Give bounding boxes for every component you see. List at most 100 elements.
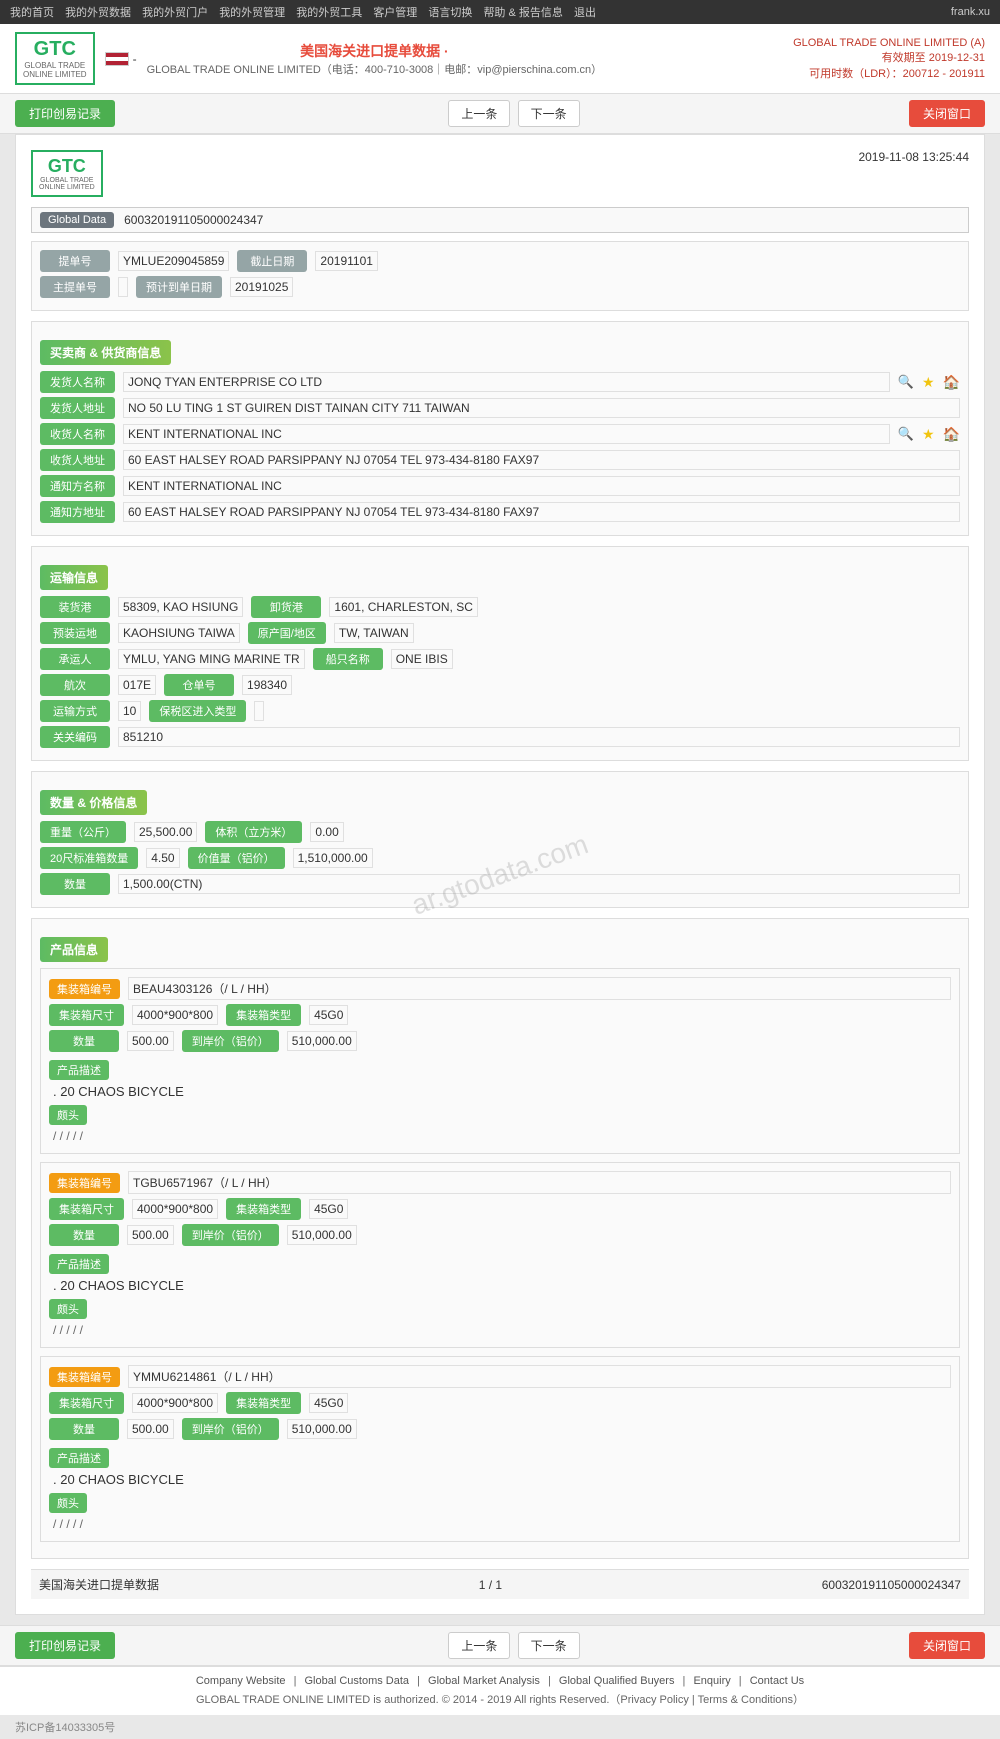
product1-container-tag: 集装箱编号 [49,979,120,999]
bottom-close-button[interactable]: 关闭窗口 [909,1632,985,1659]
product1-method-label: 颇头 [49,1105,87,1125]
consignee-search-icon[interactable]: 🔍 [898,426,914,442]
transport-row5: 运输方式 10 保税区进入类型 [40,700,960,726]
product2-method-section: 颇头 / / / / / [49,1295,951,1339]
product3-container-no-row: 集装箱编号 YMMU6214861（/ L / HH） [49,1365,951,1388]
nav-lang[interactable]: 语言切换 [428,7,472,19]
consignee-star-icon[interactable]: ★ [922,426,935,443]
est-date-row: 预计到单日期 20191025 [136,276,293,298]
next-button[interactable]: 下一条 [518,100,580,127]
nav-logout[interactable]: 退出 [574,7,596,19]
product3-type-row: 集装箱类型 45G0 [226,1392,348,1414]
dest-value: KAOHSIUNG TAIWA [118,623,240,643]
footer-copyright: GLOBAL TRADE ONLINE LIMITED is authorize… [15,1691,985,1707]
bottom-print-button[interactable]: 打印创易记录 [15,1632,115,1659]
product2-price-value: 510,000.00 [287,1225,357,1245]
transport-mode-label: 运输方式 [40,700,110,722]
close-button[interactable]: 关闭窗口 [909,100,985,127]
product3-qty-value: 500.00 [127,1419,174,1439]
nav-help[interactable]: 帮助 & 报告信息 [483,7,562,19]
product1-type-label: 集装箱类型 [226,1004,301,1026]
footer-link-market[interactable]: Global Market Analysis [428,1675,540,1687]
product3-price-value: 510,000.00 [287,1419,357,1439]
star-icon[interactable]: ★ [922,374,935,391]
nav-tools[interactable]: 我的外贸工具 [296,7,362,19]
footer-link-enquiry[interactable]: Enquiry [693,1675,730,1687]
nav-data[interactable]: 我的外贸数据 [65,7,131,19]
product1-size-value: 4000*900*800 [132,1005,218,1025]
logo-sub: GLOBAL TRADE [24,61,85,70]
footer-link-buyers[interactable]: Global Qualified Buyers [559,1675,675,1687]
product2-size-row: 集装箱尺寸 4000*900*800 [49,1198,218,1220]
consignee-name-row: 收货人名称 KENT INTERNATIONAL INC 🔍 ★ 🏠 [40,423,960,445]
home-icon[interactable]: 🏠 [943,374,960,391]
doc-logo-text: GTC [48,156,86,177]
nav-links[interactable]: 我的首页 我的外贸数据 我的外贸门户 我的外贸管理 我的外贸工具 客户管理 语言… [10,4,604,20]
bottom-prev-button[interactable]: 上一条 [448,1632,510,1659]
consignee-home-icon[interactable]: 🏠 [943,426,960,443]
bill-no-value: YMLUE209045859 [118,251,229,271]
nav-buttons: 上一条 下一条 [444,100,579,127]
print-button[interactable]: 打印创易记录 [15,100,115,127]
nav-portal[interactable]: 我的外贸门户 [142,7,208,19]
qty-row2: 20尺标准箱数量 4.50 价值量（铝价） 1,510,000.00 [40,847,960,873]
product3-desc-label: 产品描述 [49,1448,109,1468]
products-section: 产品信息 集装箱编号 BEAU4303126（/ L / HH） 集装箱尺寸 4… [31,918,969,1559]
product1-desc-label: 产品描述 [49,1060,109,1080]
footer-links[interactable]: Company Website | Global Customs Data | … [15,1675,985,1687]
transport-mode-value: 10 [118,701,141,721]
bill-row: 提单号 YMLUE209045859 截止日期 20191101 [40,250,960,276]
carrier-row: 承运人 YMLU, YANG MING MARINE TR [40,648,305,670]
product3-desc-text: . 20 CHAOS BICYCLE [49,1470,951,1489]
bottom-toolbar: 打印创易记录 上一条 下一条 关闭窗口 [0,1625,1000,1666]
footer-link-customs[interactable]: Global Customs Data [305,1675,410,1687]
product-item-3: 集装箱编号 YMMU6214861（/ L / HH） 集装箱尺寸 4000*9… [40,1356,960,1542]
consignee-name-value: KENT INTERNATIONAL INC [123,424,890,444]
shipper-name-row: 发货人名称 JONQ TYAN ENTERPRISE CO LTD 🔍 ★ 🏠 [40,371,960,393]
product2-desc-text: . 20 CHAOS BICYCLE [49,1276,951,1295]
unload-port-label: 卸货港 [251,596,321,618]
product3-qty-row: 数量 500.00 [49,1418,174,1440]
page-title: 美国海关进口提单数据 · [147,41,603,61]
products-section-title: 产品信息 [40,937,108,962]
product1-desc-section: 产品描述 . 20 CHAOS BICYCLE [49,1056,951,1101]
voyage-row: 航次 017E [40,674,156,696]
product1-container-no-value: BEAU4303126（/ L / HH） [128,977,951,1000]
origin-row: 原产国/地区 TW, TAIWAN [248,622,414,644]
doc-footer-right: 600320191105000024347 [822,1578,961,1592]
doc-logo: GTC GLOBAL TRADE ONLINE LIMITED [31,150,103,197]
transport-section-title: 运输信息 [40,565,108,590]
product2-type-value: 45G0 [309,1199,348,1219]
product1-price-row: 到岸价（铝价） 510,000.00 [182,1030,357,1052]
weight-row: 重量（公斤） 25,500.00 [40,821,197,843]
product3-row1: 集装箱尺寸 4000*900*800 集装箱类型 45G0 [49,1392,951,1418]
est-date-label: 预计到单日期 [136,276,222,298]
transport-row2: 预装运地 KAOHSIUNG TAIWA 原产国/地区 TW, TAIWAN [40,622,960,648]
flag-separator: - [133,52,137,66]
footer-link-contact[interactable]: Contact Us [750,1675,804,1687]
bill-lading-label: 仓单号 [164,674,234,696]
bottom-next-button[interactable]: 下一条 [518,1632,580,1659]
search-icon[interactable]: 🔍 [898,374,914,390]
consignee-addr-value: 60 EAST HALSEY ROAD PARSIPPANY NJ 07054 … [123,450,960,470]
load-port-row: 装货港 58309, KAO HSIUNG [40,596,243,618]
product3-type-value: 45G0 [309,1393,348,1413]
consignee-name-label: 收货人名称 [40,423,115,445]
page-footer: Company Website | Global Customs Data | … [0,1666,1000,1715]
nav-home[interactable]: 我的首页 [10,7,54,19]
product2-container-no-value: TGBU6571967（/ L / HH） [128,1171,951,1194]
product2-qty-value: 500.00 [127,1225,174,1245]
product3-row2: 数量 500.00 到岸价（铝价） 510,000.00 [49,1418,951,1444]
main-content: GTC GLOBAL TRADE ONLINE LIMITED 2019-11-… [15,134,985,1615]
nav-clients[interactable]: 客户管理 [373,7,417,19]
voyage-label: 航次 [40,674,110,696]
page-subtitle: GLOBAL TRADE ONLINE LIMITED（电话：400-710-3… [147,61,603,77]
product3-desc-section: 产品描述 . 20 CHAOS BICYCLE [49,1444,951,1489]
footer-link-website[interactable]: Company Website [196,1675,286,1687]
qty-count-label: 数量 [40,873,110,895]
nav-manage[interactable]: 我的外贸管理 [219,7,285,19]
product3-size-row: 集装箱尺寸 4000*900*800 [49,1392,218,1414]
bill-lading-value: 198340 [242,675,292,695]
prev-button[interactable]: 上一条 [448,100,510,127]
quantity-section-title: 数量 & 价格信息 [40,790,147,815]
